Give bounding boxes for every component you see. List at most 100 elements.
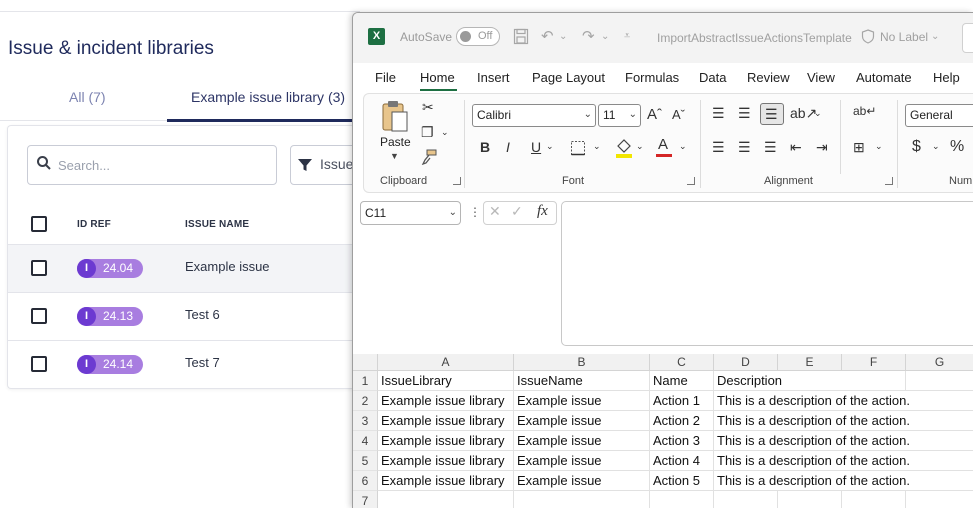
column-header-e[interactable]: E: [778, 354, 842, 371]
cell-b1[interactable]: IssueName: [514, 371, 650, 391]
sensitivity-label[interactable]: No Label: [880, 30, 928, 44]
table-row[interactable]: [8, 340, 360, 388]
cell-c2[interactable]: Action 1: [650, 391, 714, 411]
cell-e7[interactable]: [778, 491, 842, 508]
paste-icon[interactable]: [380, 100, 410, 134]
merge-dropdown-icon[interactable]: ⌄: [875, 141, 883, 152]
clipboard-dialog-launcher-icon[interactable]: [453, 177, 461, 185]
cell-c5[interactable]: Action 4: [650, 451, 714, 471]
redo-icon[interactable]: ↷: [582, 27, 595, 45]
paste-label[interactable]: Paste: [380, 135, 411, 149]
decrease-font-size-icon[interactable]: Aˇ: [672, 107, 685, 122]
cell-c7[interactable]: [650, 491, 714, 508]
cell-d1[interactable]: Description: [714, 371, 842, 391]
row-checkbox[interactable]: [31, 308, 47, 324]
cell-b2[interactable]: Example issue: [514, 391, 650, 411]
search-input[interactable]: [58, 151, 268, 179]
column-header-g[interactable]: G: [906, 354, 973, 371]
save-icon[interactable]: [513, 28, 529, 45]
cell-a7[interactable]: [378, 491, 514, 508]
more-options-icon[interactable]: ⋮: [469, 205, 481, 219]
cell-d3[interactable]: This is a description of the action.: [714, 411, 973, 431]
row-header[interactable]: 5: [353, 451, 378, 471]
select-all-corner[interactable]: [353, 354, 378, 371]
name-box[interactable]: C11 ⌄: [360, 201, 461, 225]
menu-formulas[interactable]: Formulas: [625, 70, 679, 85]
table-row[interactable]: [8, 244, 360, 292]
row-header[interactable]: 7: [353, 491, 378, 508]
cell-d4[interactable]: This is a description of the action.: [714, 431, 973, 451]
column-header-c[interactable]: C: [650, 354, 714, 371]
cell-a1[interactable]: IssueLibrary: [378, 371, 514, 391]
fill-color-icon[interactable]: [615, 138, 633, 158]
menu-review[interactable]: Review: [747, 70, 790, 85]
sensitivity-dropdown-icon[interactable]: ⌄: [931, 31, 939, 42]
bold-button[interactable]: B: [480, 139, 490, 155]
undo-icon[interactable]: ↶: [541, 27, 554, 45]
cell-g7[interactable]: [906, 491, 973, 508]
undo-dropdown-icon[interactable]: ⌄: [559, 31, 567, 42]
copy-dropdown-icon[interactable]: ⌄: [441, 127, 449, 138]
enter-icon[interactable]: ✓: [511, 203, 523, 220]
row-header[interactable]: 6: [353, 471, 378, 491]
cell-d2[interactable]: This is a description of the action.: [714, 391, 973, 411]
cell-a3[interactable]: Example issue library: [378, 411, 514, 431]
cancel-icon[interactable]: ✕: [489, 203, 501, 220]
percent-button[interactable]: %: [950, 138, 964, 156]
cell-b5[interactable]: Example issue: [514, 451, 650, 471]
issue-name[interactable]: Test 7: [185, 355, 220, 370]
currency-button[interactable]: $: [912, 138, 921, 156]
cell-g1[interactable]: [906, 371, 973, 391]
cell-b4[interactable]: Example issue: [514, 431, 650, 451]
cell-f7[interactable]: [842, 491, 906, 508]
number-format-select[interactable]: General: [905, 104, 973, 127]
issue-name[interactable]: Example issue: [185, 259, 270, 274]
borders-icon[interactable]: [570, 140, 586, 156]
menu-page-layout[interactable]: Page Layout: [532, 70, 605, 85]
menu-data[interactable]: Data: [699, 70, 726, 85]
cell-d5[interactable]: This is a description of the action.: [714, 451, 973, 471]
align-center-icon[interactable]: ☰: [738, 139, 751, 156]
cell-a5[interactable]: Example issue library: [378, 451, 514, 471]
wrap-text-icon[interactable]: ab↵: [853, 104, 876, 118]
row-checkbox[interactable]: [31, 260, 47, 276]
align-top-icon[interactable]: ☰: [712, 105, 725, 122]
issue-name[interactable]: Test 6: [185, 307, 220, 322]
cell-c4[interactable]: Action 3: [650, 431, 714, 451]
borders-dropdown-icon[interactable]: ⌄: [593, 141, 601, 152]
tab-example-issue-library[interactable]: Example issue library (3): [191, 89, 345, 105]
menu-file[interactable]: File: [375, 70, 396, 85]
column-header-d[interactable]: D: [714, 354, 778, 371]
row-header[interactable]: 3: [353, 411, 378, 431]
merge-center-icon[interactable]: ⊞: [853, 139, 865, 156]
decrease-indent-icon[interactable]: ⇤: [790, 139, 802, 156]
currency-dropdown-icon[interactable]: ⌄: [932, 141, 940, 152]
fill-color-dropdown-icon[interactable]: ⌄: [636, 141, 644, 152]
font-color-icon[interactable]: A: [658, 136, 668, 153]
align-middle-icon[interactable]: ☰: [738, 105, 751, 122]
cell-a4[interactable]: Example issue library: [378, 431, 514, 451]
cell-c6[interactable]: Action 5: [650, 471, 714, 491]
align-right-icon[interactable]: ☰: [764, 139, 777, 156]
row-header[interactable]: 2: [353, 391, 378, 411]
customize-toolbar-icon[interactable]: ⩡: [624, 30, 630, 43]
menu-home[interactable]: Home: [420, 70, 455, 85]
format-painter-icon[interactable]: [421, 149, 437, 165]
alignment-dialog-launcher-icon[interactable]: [885, 177, 893, 185]
cell-a2[interactable]: Example issue library: [378, 391, 514, 411]
insert-function-button[interactable]: fx: [537, 203, 548, 220]
orientation-dropdown-icon[interactable]: ⌄: [814, 108, 822, 119]
menu-view[interactable]: View: [807, 70, 835, 85]
column-header-b[interactable]: B: [514, 354, 650, 371]
column-header-id-ref[interactable]: ID REF: [77, 219, 111, 230]
cell-d6[interactable]: This is a description of the action.: [714, 471, 973, 491]
increase-indent-icon[interactable]: ⇥: [816, 139, 828, 156]
cell-c3[interactable]: Action 2: [650, 411, 714, 431]
cell-d7[interactable]: [714, 491, 778, 508]
italic-button[interactable]: I: [506, 139, 510, 155]
column-header-f[interactable]: F: [842, 354, 906, 371]
title-bar-button[interactable]: [962, 23, 973, 53]
font-dialog-launcher-icon[interactable]: [687, 177, 695, 185]
select-all-checkbox[interactable]: [31, 216, 47, 232]
row-checkbox[interactable]: [31, 356, 47, 372]
